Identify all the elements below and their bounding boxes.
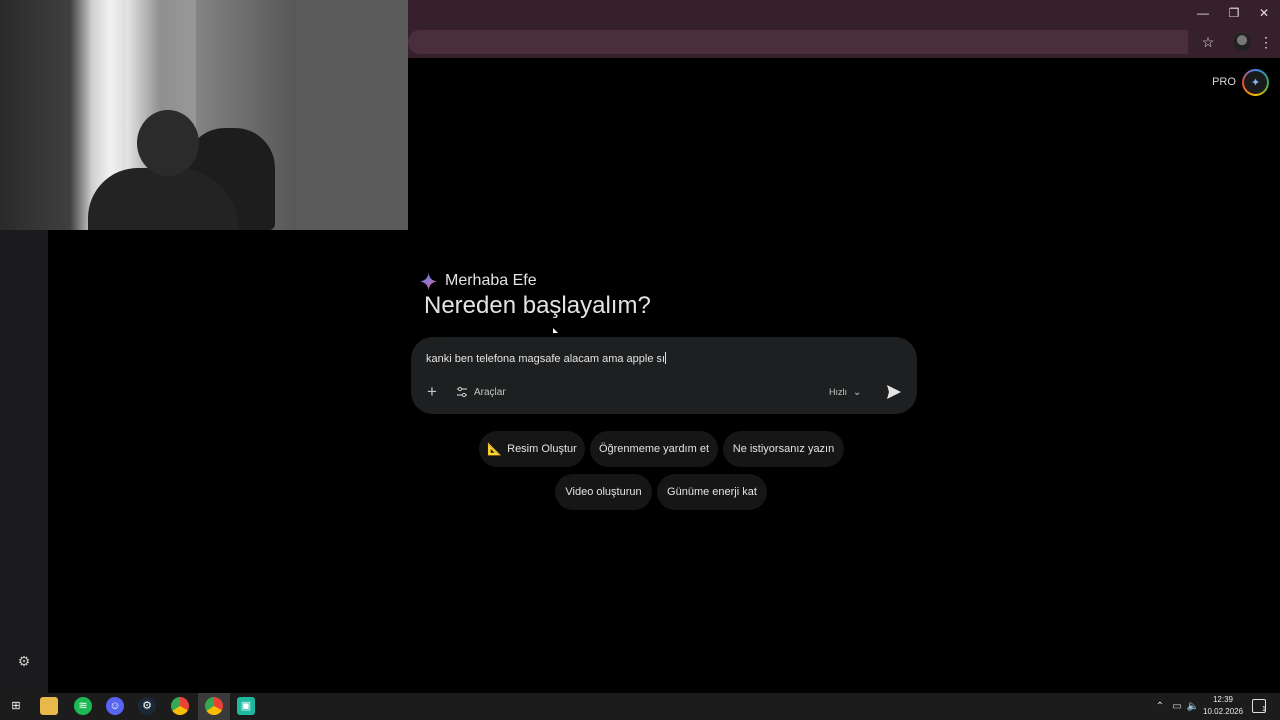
- account-avatar[interactable]: ✦: [1242, 69, 1269, 96]
- clock-time[interactable]: 12:39: [1205, 695, 1241, 704]
- text-caret: [665, 352, 667, 364]
- page-title: Nereden başlayalım?: [424, 292, 651, 319]
- chip-label: Günüme enerji kat: [667, 486, 757, 498]
- pro-badge: PRO: [1212, 76, 1236, 88]
- maximize-button[interactable]: ❐: [1224, 4, 1244, 22]
- avatar-glyph: ✦: [1244, 71, 1267, 94]
- clock-date[interactable]: 10.02.2026: [1203, 707, 1243, 716]
- greeting: Merhaba Efe: [420, 271, 537, 291]
- send-icon[interactable]: [885, 383, 903, 401]
- steam-icon[interactable]: ⚙: [138, 697, 156, 715]
- file-explorer-icon[interactable]: [40, 697, 58, 715]
- minimize-button[interactable]: —: [1193, 4, 1213, 22]
- prompt-input-text: kanki ben telefona magsafe alacam ama ap…: [426, 353, 666, 365]
- chrome-icon[interactable]: [171, 697, 189, 715]
- gemini-spark-icon: [420, 272, 437, 290]
- close-button[interactable]: ✕: [1254, 4, 1274, 22]
- prompt-composer[interactable]: kanki ben telefona magsafe alacam ama ap…: [411, 337, 917, 414]
- tools-label: Araçlar: [474, 386, 506, 398]
- profile-avatar-icon[interactable]: [1233, 33, 1251, 51]
- network-icon[interactable]: ▭: [1170, 700, 1184, 714]
- address-bar[interactable]: [408, 30, 1188, 54]
- windows-taskbar: [0, 693, 1280, 720]
- mouse-cursor: [553, 328, 558, 333]
- volume-icon[interactable]: 🔈: [1186, 700, 1200, 714]
- chrome-profile-icon[interactable]: [205, 697, 223, 715]
- discord-icon[interactable]: ☺: [106, 697, 124, 715]
- chip-help-me-learn[interactable]: Öğrenmeme yardım et: [590, 431, 718, 467]
- ruler-triangle-icon: 📐: [487, 442, 503, 456]
- app-icon[interactable]: ▣: [237, 697, 255, 715]
- mode-label: Hızlı: [829, 387, 847, 397]
- add-attachment-button[interactable]: +: [423, 383, 441, 401]
- webcam-overlay: [0, 0, 408, 230]
- chip-label: Öğrenmeme yardım et: [598, 443, 710, 455]
- windows-start-icon[interactable]: ⊞: [7, 697, 25, 715]
- notification-count: 1: [1262, 706, 1266, 713]
- webcam-wall: [296, 0, 408, 230]
- tools-button[interactable]: Araçlar: [456, 383, 506, 401]
- settings-gear-icon[interactable]: ⚙: [16, 653, 32, 669]
- chip-energize-day[interactable]: Günüme enerji kat: [657, 474, 767, 510]
- chip-label: Video oluşturun: [565, 486, 642, 498]
- tune-icon: [457, 386, 467, 398]
- chip-create-video[interactable]: Video oluşturun: [555, 474, 652, 510]
- chip-create-image[interactable]: 📐 Resim Oluştur: [479, 431, 585, 467]
- chevron-down-icon: ⌄: [853, 386, 862, 398]
- chip-label: Resim Oluştur: [507, 443, 577, 455]
- chip-write-anything[interactable]: Ne istiyorsanız yazın: [723, 431, 844, 467]
- chip-label: Ne istiyorsanız yazın: [732, 443, 835, 455]
- model-mode-selector[interactable]: Hızlı ⌄: [829, 383, 861, 401]
- spotify-icon[interactable]: ≋: [74, 697, 92, 715]
- more-vert-icon[interactable]: ⋮: [1257, 33, 1275, 51]
- prompt-input[interactable]: kanki ben telefona magsafe alacam ama ap…: [426, 352, 896, 365]
- star-icon[interactable]: ☆: [1199, 33, 1217, 51]
- webcam-person-head: [137, 110, 199, 176]
- tray-overflow-icon[interactable]: ⌃: [1154, 700, 1166, 714]
- greeting-text: Merhaba Efe: [445, 272, 537, 289]
